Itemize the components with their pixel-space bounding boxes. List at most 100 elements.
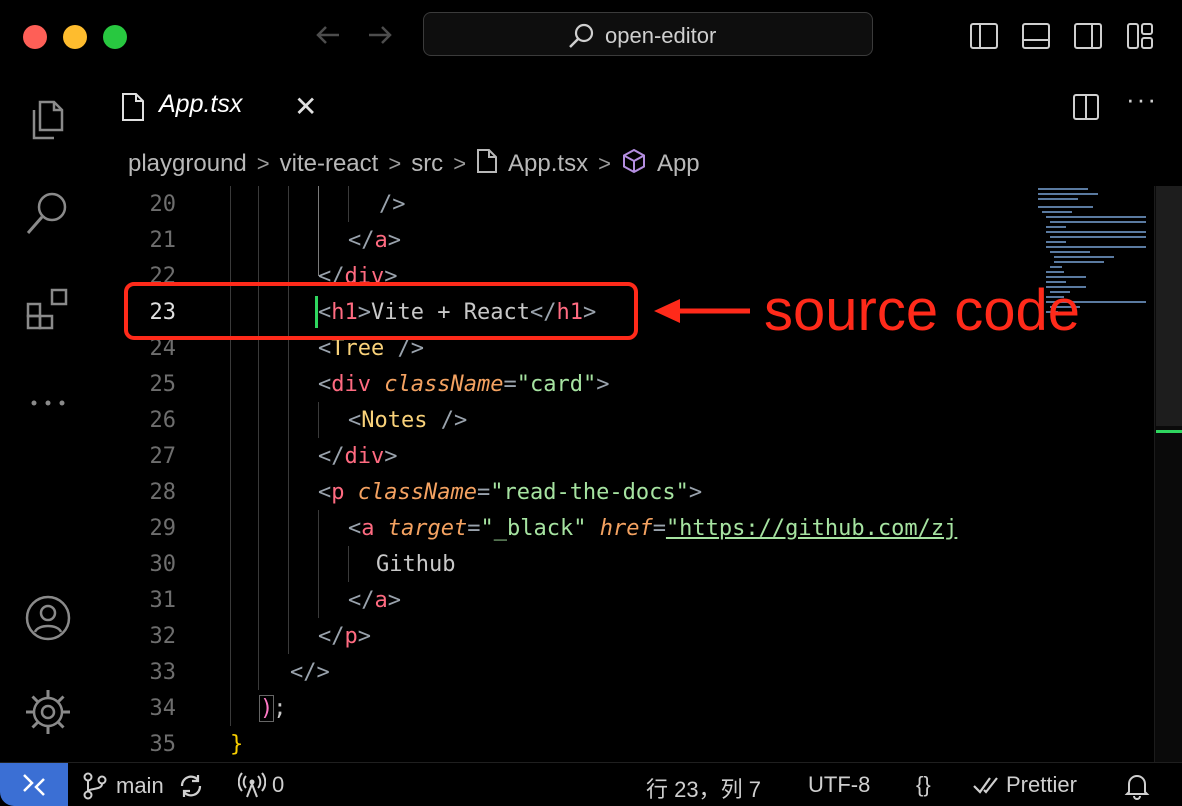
more-views-icon[interactable] bbox=[22, 377, 74, 429]
code-token: a bbox=[374, 228, 388, 253]
breadcrumb-separator: > bbox=[388, 151, 402, 176]
prettier-status[interactable]: Prettier bbox=[972, 772, 1077, 798]
breadcrumb: playground > vite-react > src > App.tsx … bbox=[128, 146, 700, 182]
breadcrumb-separator: > bbox=[598, 151, 611, 176]
close-tab-icon[interactable]: ✕ bbox=[294, 90, 317, 123]
breadcrumb-item[interactable]: App.tsx bbox=[508, 150, 588, 178]
toggle-primary-sidebar-icon[interactable] bbox=[968, 20, 1000, 52]
breadcrumb-item[interactable]: App bbox=[657, 150, 700, 178]
scrollbar-thumb[interactable] bbox=[1156, 186, 1182, 426]
breadcrumb-item[interactable]: vite-react bbox=[280, 150, 379, 178]
code-token: </> bbox=[290, 660, 330, 685]
line-number: 28 bbox=[149, 480, 177, 505]
code-line: 35 } bbox=[96, 726, 1034, 762]
line-number: 31 bbox=[149, 588, 177, 613]
close-window-button[interactable] bbox=[23, 25, 47, 49]
code-token: "_black" bbox=[480, 516, 587, 541]
ports-count: 0 bbox=[272, 772, 285, 797]
toggle-panel-icon[interactable] bbox=[1020, 20, 1052, 52]
encoding-status[interactable]: UTF-8 bbox=[808, 772, 870, 798]
customize-layout-icon[interactable] bbox=[1124, 20, 1156, 52]
line-number: 33 bbox=[149, 660, 177, 685]
activity-bar bbox=[0, 72, 96, 762]
code-token: target bbox=[387, 516, 468, 541]
code-editor[interactable]: 20 /> 21 </a> 22 </div> 23 <h1>Vite + Re… bbox=[96, 186, 1034, 762]
code-line: 27 </div> bbox=[96, 438, 1034, 474]
sync-icon bbox=[180, 775, 201, 797]
line-number: 30 bbox=[149, 552, 177, 577]
line-number: 34 bbox=[149, 696, 177, 721]
code-token: Github bbox=[376, 552, 456, 577]
code-line: 30 Github bbox=[96, 546, 1034, 582]
code-token: div bbox=[331, 372, 371, 397]
code-token: ; bbox=[273, 696, 287, 721]
toggle-secondary-sidebar-icon[interactable] bbox=[1072, 20, 1104, 52]
line-number: 27 bbox=[149, 444, 177, 469]
breadcrumb-separator: > bbox=[453, 151, 467, 176]
code-token: p bbox=[344, 624, 358, 649]
code-token: "read-the-docs" bbox=[490, 480, 689, 505]
code-token: href bbox=[599, 516, 653, 541]
scrollbar-change-marker bbox=[1156, 430, 1182, 433]
search-icon bbox=[567, 22, 595, 55]
editor-window: open-editor App.tsx ✕ ··· playground > v… bbox=[0, 0, 1182, 806]
code-line: 21 </a> bbox=[96, 222, 1034, 258]
line-number: 29 bbox=[149, 516, 177, 541]
more-actions-icon[interactable]: ··· bbox=[1126, 84, 1158, 115]
code-token: Notes bbox=[361, 408, 428, 433]
extensions-icon[interactable] bbox=[22, 282, 74, 334]
minimize-window-button[interactable] bbox=[63, 25, 87, 49]
split-editor-icon[interactable] bbox=[1071, 92, 1101, 127]
breadcrumb-item[interactable]: playground bbox=[128, 150, 247, 178]
explorer-icon[interactable] bbox=[22, 92, 74, 144]
code-token: a bbox=[361, 516, 375, 541]
code-token: p bbox=[331, 480, 345, 505]
code-token: } bbox=[230, 732, 244, 757]
code-line: 32 </p> bbox=[96, 618, 1034, 654]
ports-status[interactable]: 0 bbox=[238, 772, 284, 798]
language-mode-status[interactable]: {} bbox=[916, 772, 931, 798]
code-line: 26 <Notes /> bbox=[96, 402, 1034, 438]
code-line: 20 /> bbox=[96, 186, 1034, 222]
code-token: div bbox=[344, 444, 385, 469]
code-line: 33 </> bbox=[96, 654, 1034, 690]
branch-status[interactable]: main bbox=[82, 772, 204, 800]
line-number: 21 bbox=[149, 228, 177, 253]
double-check-icon bbox=[973, 777, 998, 794]
code-token: a bbox=[374, 588, 388, 613]
status-bar: main 0 行 23，列 7 UTF-8 {} Prettier bbox=[0, 762, 1182, 806]
back-arrow-icon[interactable] bbox=[313, 20, 343, 57]
branch-label: main bbox=[116, 773, 164, 798]
tab-app-tsx[interactable]: App.tsx bbox=[159, 90, 242, 119]
broadcast-icon bbox=[238, 772, 266, 798]
command-center-label: open-editor bbox=[605, 23, 717, 48]
line-number: 25 bbox=[149, 372, 177, 397]
code-line: 28 <p className="read-the-docs"> bbox=[96, 474, 1034, 510]
code-line: 25 <div className="card"> bbox=[96, 366, 1034, 402]
settings-gear-icon[interactable] bbox=[22, 686, 74, 738]
annotation-highlight-box bbox=[124, 282, 638, 340]
breadcrumb-separator: > bbox=[256, 151, 270, 176]
search-view-icon[interactable] bbox=[22, 187, 74, 239]
git-branch-icon bbox=[83, 772, 107, 800]
code-link-token[interactable]: "https://github.com/zj bbox=[666, 516, 957, 541]
editor-tab-bar: App.tsx ✕ ··· bbox=[96, 72, 1182, 140]
annotation-arrow-icon bbox=[650, 291, 754, 336]
code-line: 34 ); bbox=[96, 690, 1034, 726]
formatter-label: Prettier bbox=[1006, 772, 1077, 797]
annotation-label: source code bbox=[764, 278, 1080, 343]
line-number: 26 bbox=[149, 408, 177, 433]
notifications-bell-icon[interactable] bbox=[1124, 772, 1150, 800]
accounts-icon[interactable] bbox=[22, 592, 74, 644]
breadcrumb-item[interactable]: src bbox=[411, 150, 443, 178]
code-token: /> bbox=[379, 192, 406, 217]
line-number: 35 bbox=[149, 732, 177, 757]
remote-indicator-button[interactable] bbox=[0, 763, 68, 806]
remote-icon bbox=[23, 774, 45, 796]
maximize-window-button[interactable] bbox=[103, 25, 127, 49]
code-line: 31 </a> bbox=[96, 582, 1034, 618]
forward-arrow-icon[interactable] bbox=[365, 20, 395, 57]
component-cube-icon bbox=[621, 148, 647, 181]
command-center-search[interactable]: open-editor bbox=[423, 12, 873, 56]
cursor-position-status[interactable]: 行 23，列 7 bbox=[646, 772, 761, 804]
